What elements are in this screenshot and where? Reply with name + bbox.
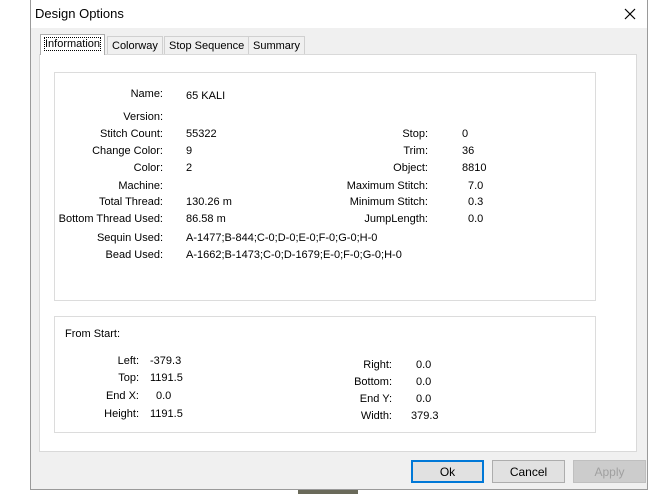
bottom-label: Bottom:: [354, 376, 392, 388]
title-bar: Design Options: [31, 0, 647, 28]
top-value: 1191.5: [150, 372, 183, 384]
left-value: -379.3: [150, 355, 182, 367]
total-thread-label: Total Thread:: [98, 196, 163, 208]
tab-summary[interactable]: Summary: [248, 36, 306, 54]
trim-label: Trim:: [403, 145, 428, 157]
cancel-button[interactable]: Cancel: [492, 460, 565, 483]
trim-value: 36: [462, 145, 475, 157]
close-icon: [624, 8, 636, 20]
tab-colorway[interactable]: Colorway: [107, 36, 163, 54]
ok-button[interactable]: Ok: [411, 460, 484, 483]
width-label: Width:: [360, 410, 392, 422]
bottom-value: 0.0: [416, 376, 432, 388]
bead-used-label: Bead Used:: [105, 249, 163, 261]
tab-summary-label: Summary: [253, 40, 301, 52]
from-start-group: From Start: Left: -379.3 Top: 1191.5 End…: [54, 316, 596, 433]
tab-colorway-label: Colorway: [112, 40, 158, 52]
jump-length-value: 0.0: [468, 213, 484, 225]
object-value: 8810: [462, 162, 487, 174]
tab-stop-sequence[interactable]: Stop Sequence: [164, 36, 250, 54]
stop-label: Stop:: [402, 128, 428, 140]
end-x-value: 0.0: [156, 390, 172, 402]
height-label: Height:: [104, 408, 139, 420]
right-label: Right:: [363, 359, 392, 371]
bottom-thread-value: 86.58 m: [186, 213, 226, 225]
top-label: Top:: [118, 372, 139, 384]
stop-value: 0: [462, 128, 469, 140]
background-image-strip: [298, 490, 358, 494]
design-options-dialog: Design Options Information Colorway Stop…: [30, 0, 648, 490]
stitch-count-value: 55322: [186, 128, 217, 140]
window-title: Design Options: [35, 6, 124, 21]
machine-label: Machine:: [118, 180, 163, 192]
change-color-value: 9: [186, 145, 193, 157]
object-label: Object:: [393, 162, 428, 174]
change-color-label: Change Color:: [92, 145, 163, 157]
height-value: 1191.5: [150, 408, 183, 420]
max-stitch-value: 7.0: [468, 180, 484, 192]
close-button[interactable]: [613, 0, 647, 28]
total-thread-value: 130.26 m: [186, 196, 232, 208]
bottom-thread-label: Bottom Thread Used:: [58, 213, 163, 225]
tab-stop-sequence-label: Stop Sequence: [169, 40, 245, 52]
end-y-label: End Y:: [359, 393, 392, 405]
color-value: 2: [186, 162, 193, 174]
version-label: Version:: [123, 111, 163, 123]
information-panel: Name: 65 KALI Version: Stitch Count: 553…: [39, 54, 637, 452]
width-value: 379.3: [411, 410, 439, 422]
design-info-group: Name: 65 KALI Version: Stitch Count: 553…: [54, 72, 596, 301]
min-stitch-label: Minimum Stitch:: [349, 196, 428, 208]
sequin-used-label: Sequin Used:: [96, 232, 163, 244]
apply-button[interactable]: Apply: [573, 460, 646, 483]
from-start-heading: From Start:: [65, 328, 121, 340]
min-stitch-value: 0.3: [468, 196, 484, 208]
jump-length-label: JumpLength:: [364, 213, 428, 225]
stitch-count-label: Stitch Count:: [100, 128, 163, 140]
bead-used-value: A-1662;B-1473;C-0;D-1679;E-0;F-0;G-0;H-0: [186, 249, 402, 261]
color-label: Color:: [133, 162, 163, 174]
name-value: 65 KALI: [186, 90, 226, 102]
max-stitch-label: Maximum Stitch:: [346, 180, 428, 192]
end-y-value: 0.0: [416, 393, 432, 405]
sequin-used-value: A-1477;B-844;C-0;D-0;E-0;F-0;G-0;H-0: [186, 232, 378, 244]
name-label: Name:: [130, 88, 163, 100]
tab-information[interactable]: Information: [40, 34, 106, 55]
right-value: 0.0: [416, 359, 432, 371]
end-x-label: End X:: [105, 390, 139, 402]
left-label: Left:: [117, 355, 139, 367]
tab-information-label: Information: [43, 37, 102, 51]
